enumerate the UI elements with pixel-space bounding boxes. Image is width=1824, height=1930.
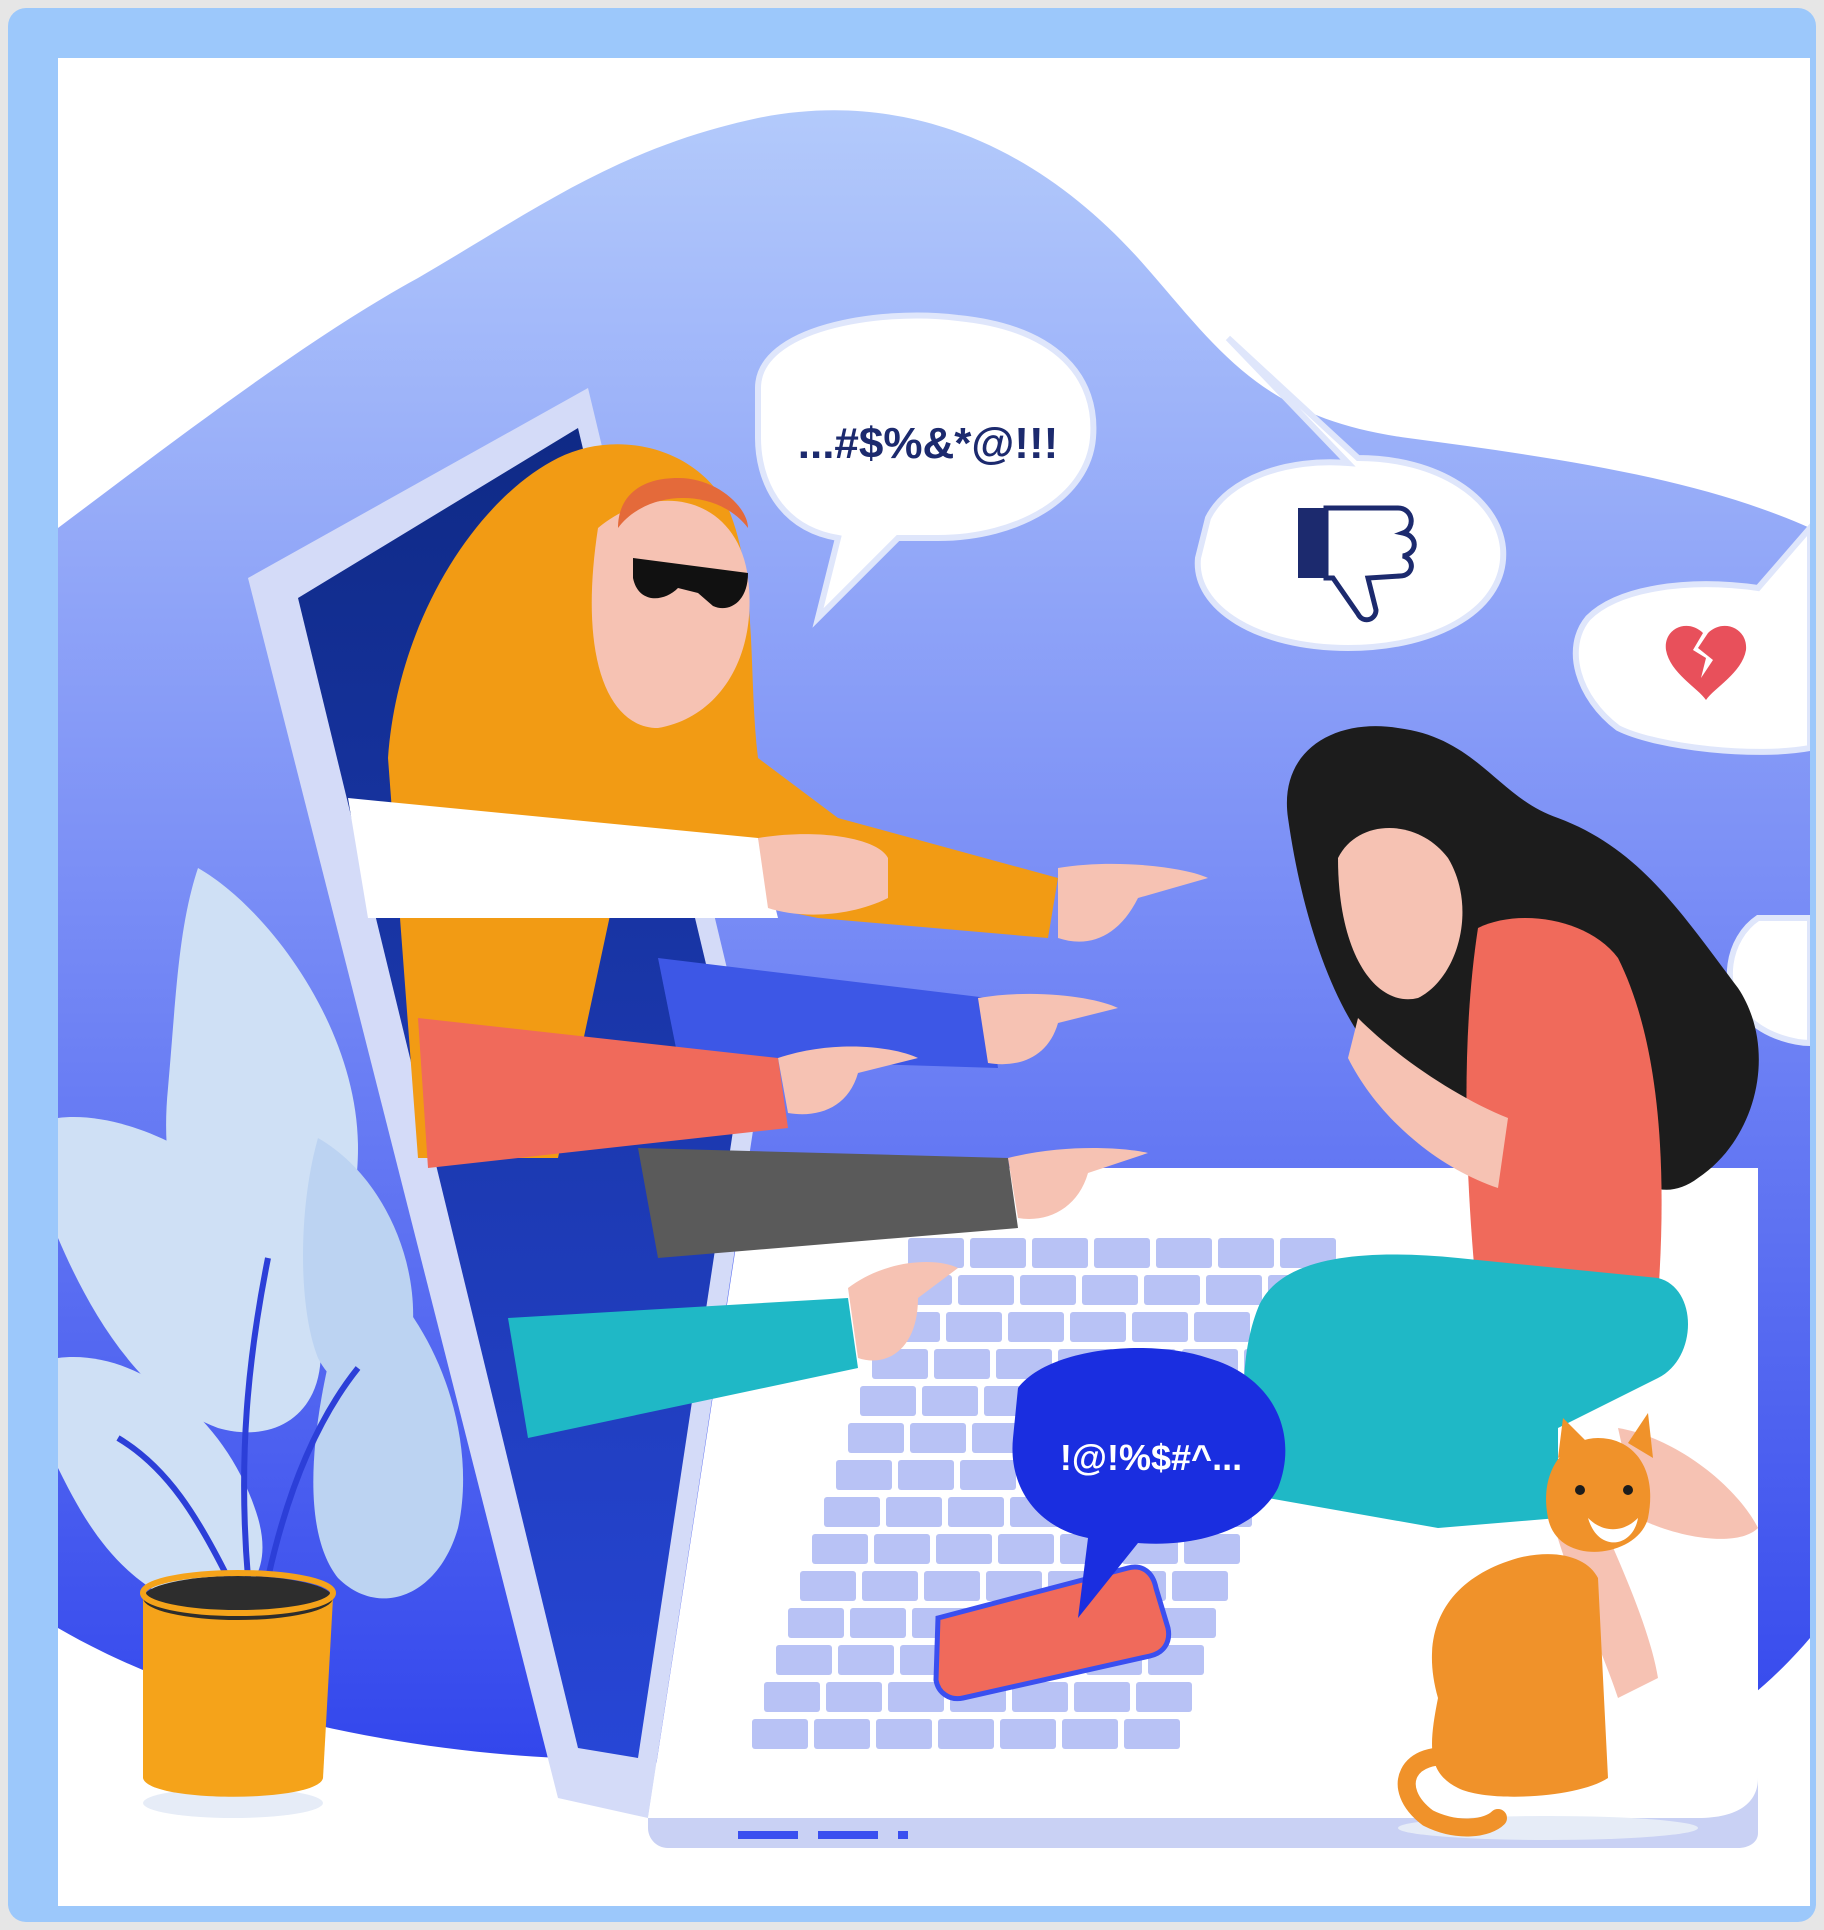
keyboard-key [1172, 1571, 1228, 1601]
cyberbullying-illustration: ...#$%&*@!!! !@!%$#^... [58, 110, 1810, 1848]
keyboard-key [862, 1571, 918, 1601]
keyboard-key [898, 1460, 954, 1490]
keyboard-key [1194, 1312, 1250, 1342]
keyboard-key [874, 1534, 930, 1564]
keyboard-key [1008, 1312, 1064, 1342]
keyboard-key [1032, 1238, 1088, 1268]
keyboard-key [1218, 1238, 1274, 1268]
keyboard-key [838, 1645, 894, 1675]
keyboard-key [1062, 1719, 1118, 1749]
keyboard-key [1136, 1682, 1192, 1712]
speech-bubble-reply-text: !@!%$#^... [1060, 1437, 1242, 1478]
keyboard-key [970, 1238, 1026, 1268]
keyboard-key [850, 1608, 906, 1638]
keyboard-key [886, 1497, 942, 1527]
keyboard-key [958, 1275, 1014, 1305]
keyboard-key [934, 1349, 990, 1379]
keyboard-key [924, 1571, 980, 1601]
keyboard-key [776, 1645, 832, 1675]
illustration-canvas: ...#$%&*@!!! !@!%$#^... [58, 58, 1810, 1906]
keyboard-key [960, 1460, 1016, 1490]
keyboard-key [860, 1386, 916, 1416]
image-frame: ...#$%&*@!!! !@!%$#^... [8, 8, 1816, 1922]
keyboard-key [1020, 1275, 1076, 1305]
keyboard-key [1070, 1312, 1126, 1342]
keyboard-key [824, 1497, 880, 1527]
keyboard-key [1124, 1719, 1180, 1749]
keyboard-key [836, 1460, 892, 1490]
keyboard-key [764, 1682, 820, 1712]
keyboard-key [812, 1534, 868, 1564]
keyboard-key [876, 1719, 932, 1749]
keyboard-key [814, 1719, 870, 1749]
keyboard-key [998, 1534, 1054, 1564]
keyboard-key [1082, 1275, 1138, 1305]
plant-pot [140, 1570, 336, 1818]
keyboard-key [1144, 1275, 1200, 1305]
keyboard-key [848, 1423, 904, 1453]
keyboard-key [938, 1719, 994, 1749]
speech-bubble-insult-text: ...#$%&*@!!! [798, 419, 1059, 468]
keyboard-key [1132, 1312, 1188, 1342]
keyboard-key [788, 1608, 844, 1638]
keyboard-key [1000, 1719, 1056, 1749]
keyboard-key [948, 1497, 1004, 1527]
keyboard-key [1206, 1275, 1262, 1305]
keyboard-key [1094, 1238, 1150, 1268]
keyboard-key [752, 1719, 808, 1749]
keyboard-key [922, 1386, 978, 1416]
keyboard-key [936, 1534, 992, 1564]
keyboard-key [910, 1423, 966, 1453]
keyboard-key [946, 1312, 1002, 1342]
keyboard-key [1156, 1238, 1212, 1268]
keyboard-key [826, 1682, 882, 1712]
keyboard-key [1074, 1682, 1130, 1712]
keyboard-key [800, 1571, 856, 1601]
